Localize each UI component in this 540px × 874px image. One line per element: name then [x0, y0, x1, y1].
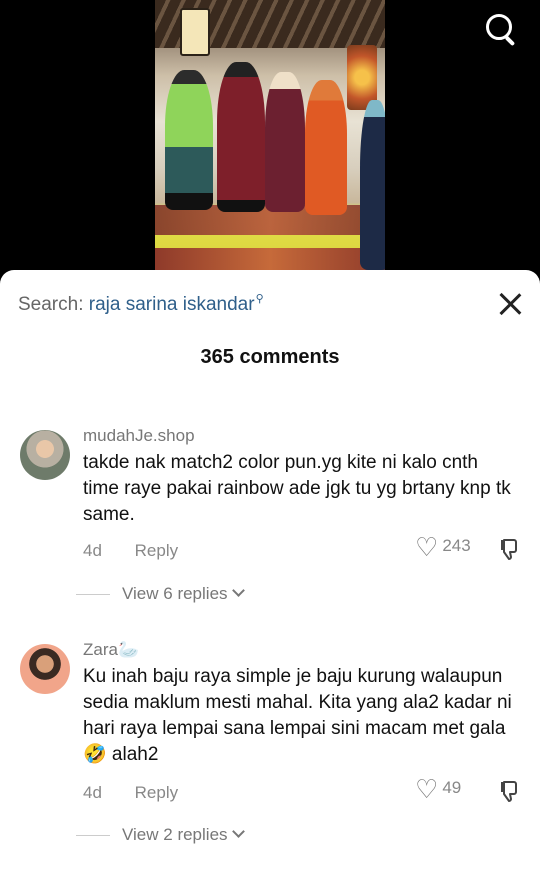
- heart-icon: ♡: [415, 531, 439, 562]
- dislike-icon[interactable]: [498, 779, 522, 803]
- view-replies[interactable]: View 2 replies: [76, 825, 245, 845]
- like-button[interactable]: ♡ 243: [415, 531, 471, 562]
- search-term[interactable]: raja sarina iskandar: [89, 294, 255, 315]
- comment-age: 4d: [83, 541, 102, 560]
- search-icon: ⚲: [255, 293, 264, 305]
- comment-username[interactable]: Zara🦢: [83, 640, 139, 660]
- reply-button[interactable]: Reply: [135, 783, 178, 802]
- search-prefix: Search:: [18, 294, 84, 315]
- comment-age: 4d: [83, 783, 102, 802]
- comment-username[interactable]: mudahJe.shop: [83, 426, 195, 446]
- video-person: [165, 70, 213, 210]
- video-person: [217, 62, 265, 212]
- comment-text: Ku inah baju raya simple je baju kurung …: [83, 666, 512, 765]
- chevron-down-icon: [231, 825, 245, 838]
- close-icon[interactable]: [498, 292, 522, 316]
- video-player[interactable]: [0, 0, 540, 290]
- video-person: [265, 72, 305, 212]
- view-replies[interactable]: View 6 replies: [76, 584, 245, 604]
- comment-meta: 4d Reply: [83, 541, 178, 561]
- video-frame: [155, 0, 385, 270]
- avatar[interactable]: [20, 430, 70, 480]
- video-lantern: [180, 8, 210, 56]
- avatar[interactable]: [20, 644, 70, 694]
- reply-button[interactable]: Reply: [135, 541, 178, 560]
- search-icon[interactable]: [484, 12, 518, 47]
- like-button[interactable]: ♡ 49: [415, 773, 462, 804]
- video-person: [305, 80, 347, 215]
- comment-count: 365 comments: [200, 346, 340, 368]
- dislike-icon[interactable]: [498, 537, 522, 561]
- video-carpet-front: [155, 248, 385, 270]
- video-person: [360, 100, 385, 270]
- comment-text: takde nak match2 color pun.yg kite ni ka…: [83, 452, 511, 525]
- view-replies-label: View 2 replies: [122, 825, 228, 844]
- search-suggestion[interactable]: Search: raja sarina iskandar⚲: [18, 293, 264, 316]
- comments-sheet: Search: raja sarina iskandar⚲ 365 commen…: [0, 270, 540, 874]
- comment-meta: 4d Reply: [83, 783, 178, 803]
- like-count: 243: [442, 536, 471, 555]
- like-count: 49: [442, 778, 462, 797]
- view-replies-label: View 6 replies: [122, 584, 228, 603]
- chevron-down-icon: [231, 584, 245, 597]
- heart-icon: ♡: [415, 773, 439, 804]
